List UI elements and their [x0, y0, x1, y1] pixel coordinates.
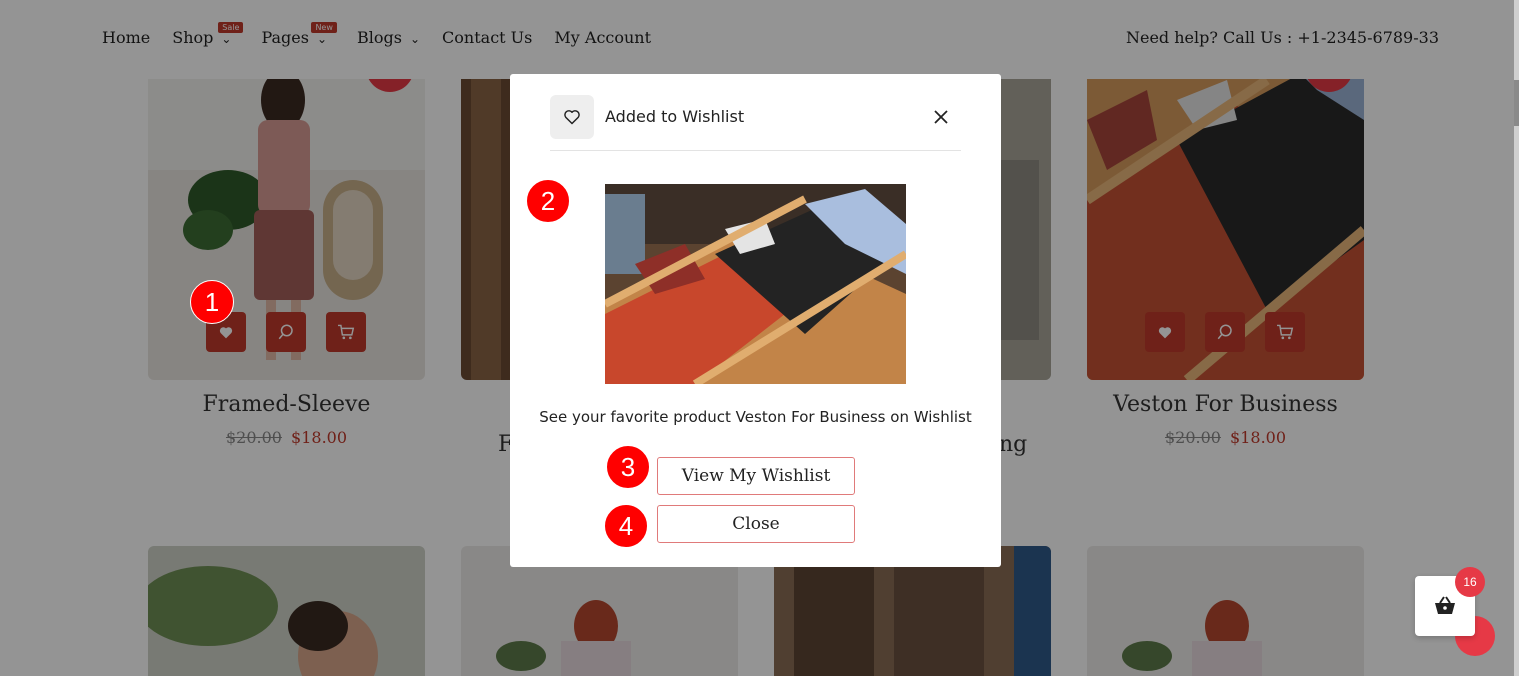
annotation-marker-3: 3 — [606, 445, 650, 489]
close-icon[interactable] — [931, 107, 951, 127]
wishlist-modal: Added to Wishlist See your favorite prod… — [510, 74, 1001, 567]
page-scrollbar[interactable] — [1514, 0, 1519, 676]
product-image — [605, 184, 906, 384]
cart-count-badge: 16 — [1455, 567, 1485, 597]
annotation-marker-1: 1 — [190, 280, 234, 324]
modal-header: Added to Wishlist — [550, 95, 961, 151]
close-button[interactable]: Close — [657, 505, 855, 543]
heart-icon — [550, 95, 594, 139]
modal-message: See your favorite product Veston For Bus… — [539, 408, 972, 426]
annotation-marker-4: 4 — [604, 504, 648, 548]
basket-icon — [1435, 596, 1455, 614]
scrollbar-thumb[interactable] — [1514, 80, 1519, 126]
annotation-marker-2: 2 — [526, 179, 570, 223]
modal-title: Added to Wishlist — [605, 107, 745, 126]
view-wishlist-button[interactable]: View My Wishlist — [657, 457, 855, 495]
